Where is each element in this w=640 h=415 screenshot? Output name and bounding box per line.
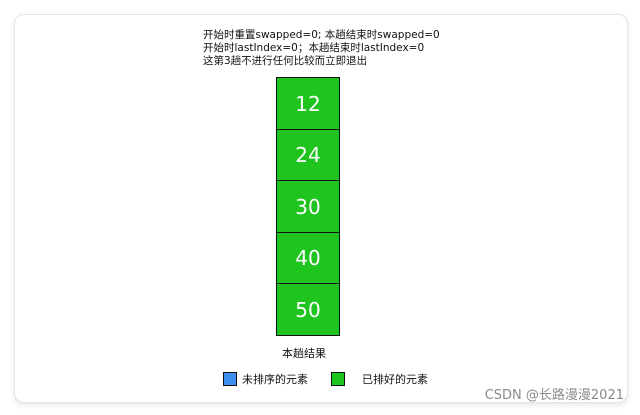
array-cell: 40 [276, 231, 340, 285]
legend-sorted: 已排好的元素 [331, 371, 428, 387]
notes-block: 开始时重置swapped=0; 本趟结束时swapped=0 开始时lastIn… [203, 29, 440, 68]
note-line-2: 开始时lastIndex=0；本趟结束时lastIndex=0 [203, 42, 425, 54]
watermark: CSDN @长路漫漫2021 [484, 388, 624, 403]
array-cell: 24 [276, 128, 340, 182]
array-stack: 12 24 30 40 50 [276, 77, 340, 336]
sorted-swatch [331, 372, 345, 386]
legend-unsorted-label: 未排序的元素 [242, 373, 308, 386]
array-cell: 30 [276, 180, 340, 233]
note-line-3: 这第3趟不进行任何比较而立即退出 [203, 55, 368, 67]
note-line-1: 开始时重置swapped=0; 本趟结束时swapped=0 [203, 29, 440, 41]
array-cell: 50 [276, 283, 340, 336]
array-cell: 12 [276, 77, 340, 130]
stack-caption: 本趟结果 [282, 347, 326, 360]
unsorted-swatch [223, 372, 237, 386]
legend-sorted-label: 已排好的元素 [362, 373, 428, 386]
legend-unsorted: 未排序的元素 [223, 371, 308, 387]
